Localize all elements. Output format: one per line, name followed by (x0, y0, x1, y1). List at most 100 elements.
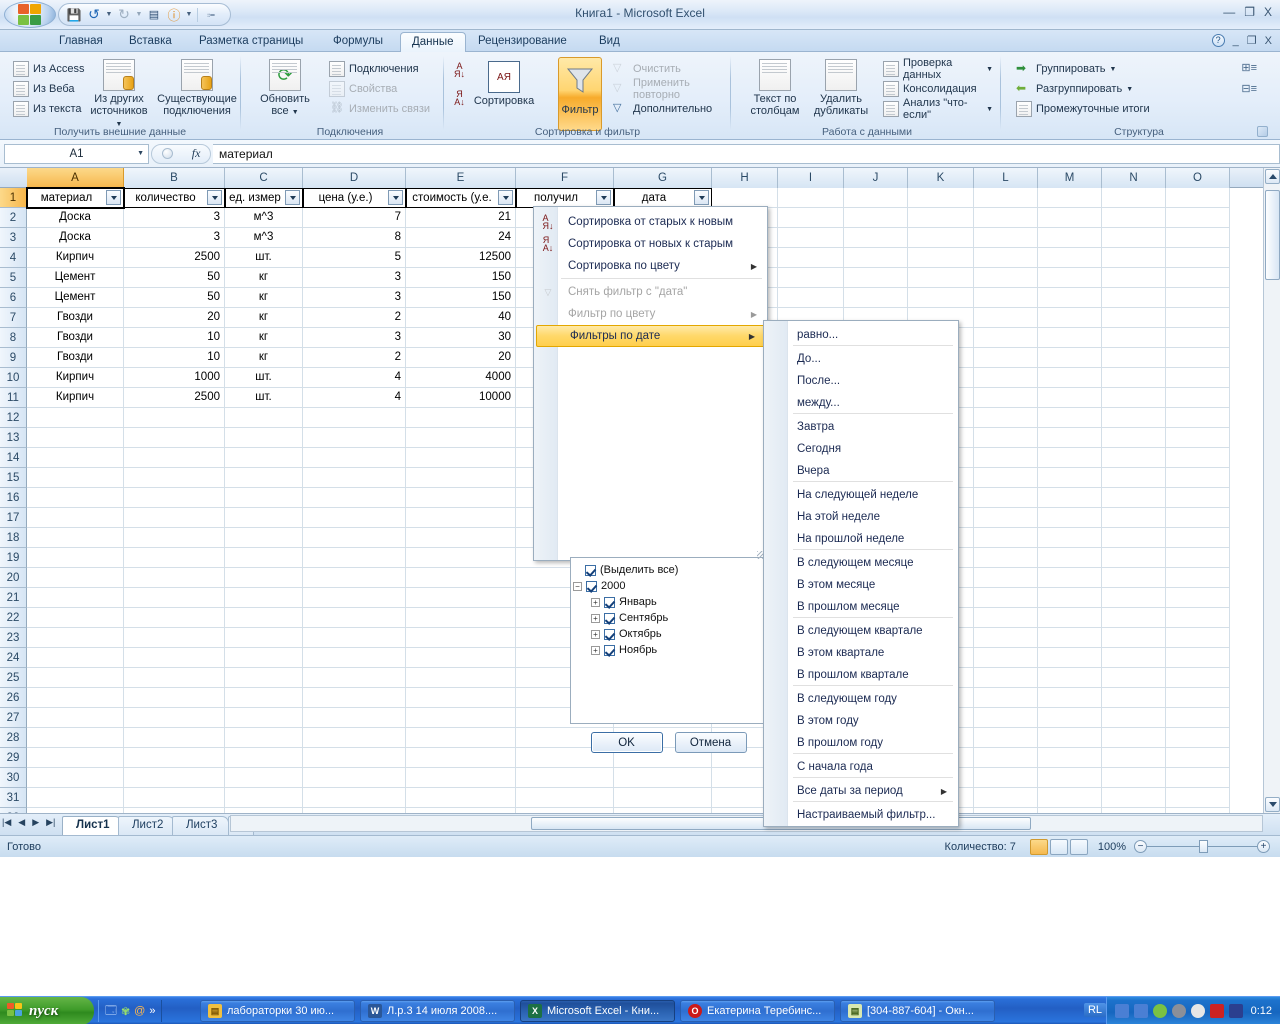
date-filter-item-20[interactable]: Все даты за период▶ (791, 780, 956, 802)
menu-date-filters[interactable]: Фильтры по дате ▶ (536, 325, 765, 347)
list-item-month-october[interactable]: + Октябрь (591, 626, 662, 642)
grid-cell[interactable] (1166, 668, 1230, 688)
grid-cell[interactable] (303, 728, 406, 748)
grid-cell[interactable]: 5 (303, 248, 406, 268)
grid-cell[interactable] (225, 788, 303, 808)
grid-cell[interactable] (974, 508, 1038, 528)
grid-cell[interactable] (614, 788, 712, 808)
grid-cell[interactable] (1038, 268, 1102, 288)
grid-cell[interactable] (778, 248, 844, 268)
grid-cell[interactable] (974, 788, 1038, 808)
row-header-18[interactable]: 18 (0, 528, 27, 548)
date-filter-item-17[interactable]: В этом году (791, 710, 956, 732)
taskbar-button-excel[interactable]: X Microsoft Excel - Кни... (520, 1000, 675, 1022)
grid-cell[interactable]: шт. (225, 248, 303, 268)
grid-cell[interactable] (1038, 568, 1102, 588)
grid-cell[interactable] (303, 568, 406, 588)
date-filter-item-1[interactable]: До... (791, 348, 956, 370)
grid-cell[interactable] (778, 188, 844, 208)
filter-dropdown-icon[interactable] (106, 190, 121, 205)
grid-cell[interactable] (1166, 488, 1230, 508)
grid-cell[interactable] (1102, 248, 1166, 268)
grid-cell[interactable]: 3 (124, 228, 225, 248)
grid-cell[interactable] (124, 428, 225, 448)
clock[interactable]: 0:12 (1248, 1005, 1272, 1017)
row-header-31[interactable]: 31 (0, 788, 27, 808)
grid-cell[interactable] (225, 428, 303, 448)
grid-cell[interactable] (1166, 708, 1230, 728)
grid-cell[interactable] (1102, 548, 1166, 568)
grid-cell[interactable] (225, 668, 303, 688)
grid-cell[interactable] (974, 448, 1038, 468)
grid-cell[interactable] (303, 748, 406, 768)
grid-cell[interactable] (974, 408, 1038, 428)
grid-cell[interactable] (974, 628, 1038, 648)
grid-cell[interactable] (303, 628, 406, 648)
sheet-tab-2[interactable]: Лист2 (118, 816, 175, 836)
filter-dropdown-icon[interactable] (207, 190, 222, 205)
grid-cell[interactable] (974, 688, 1038, 708)
grid-cell[interactable] (1038, 748, 1102, 768)
row-header-13[interactable]: 13 (0, 428, 27, 448)
row-header-16[interactable]: 16 (0, 488, 27, 508)
grid-cell[interactable] (303, 488, 406, 508)
date-filter-item-15[interactable]: В прошлом квартале (791, 664, 956, 686)
data-validation-button[interactable]: Проверка данных ▼ (880, 59, 996, 79)
grid-cell[interactable] (406, 428, 516, 448)
date-filter-item-14[interactable]: В этом квартале (791, 642, 956, 664)
filter-dropdown-icon[interactable] (596, 190, 611, 205)
grid-cell[interactable]: Доска (27, 228, 124, 248)
grid-cell[interactable]: Доска (27, 208, 124, 228)
row-header-25[interactable]: 25 (0, 668, 27, 688)
grid-cell[interactable] (124, 608, 225, 628)
grid-cell[interactable] (225, 628, 303, 648)
grid-cell[interactable]: 8 (303, 228, 406, 248)
grid-cell[interactable] (614, 768, 712, 788)
grid-cell[interactable]: 3 (303, 328, 406, 348)
grid-cell[interactable] (844, 268, 908, 288)
grid-cell[interactable] (1166, 688, 1230, 708)
grid-cell[interactable] (124, 748, 225, 768)
grid-cell[interactable] (1038, 328, 1102, 348)
grid-cell[interactable] (1166, 348, 1230, 368)
grid-cell[interactable] (974, 468, 1038, 488)
row-header-3[interactable]: 3 (0, 228, 27, 248)
vertical-scrollbar[interactable] (1263, 168, 1280, 813)
filter-button[interactable]: Фильтр (558, 57, 602, 131)
grid-cell[interactable] (225, 688, 303, 708)
grid-cell[interactable] (225, 548, 303, 568)
grid-cell[interactable] (908, 208, 974, 228)
row-header-12[interactable]: 12 (0, 408, 27, 428)
advanced-filter-button[interactable]: ▽ Дополнительно (610, 99, 725, 119)
zoom-slider[interactable]: − + (1134, 840, 1280, 853)
filter-dropdown-icon[interactable] (388, 190, 403, 205)
grid-cell[interactable] (1102, 308, 1166, 328)
tab-formulas[interactable]: Формулы (322, 32, 394, 52)
grid-cell[interactable] (1166, 788, 1230, 808)
grid-cell[interactable]: Гвозди (27, 308, 124, 328)
grid-cell[interactable] (303, 648, 406, 668)
column-header-g[interactable]: G (614, 168, 712, 188)
at-icon[interactable]: @ (134, 1005, 145, 1017)
grid-cell[interactable] (974, 728, 1038, 748)
grid-cell[interactable] (974, 268, 1038, 288)
from-text-button[interactable]: Из текста (10, 99, 87, 119)
checkbox[interactable] (604, 613, 615, 624)
grid-cell[interactable] (27, 468, 124, 488)
grid-cell[interactable] (124, 788, 225, 808)
grid-cell[interactable] (1038, 448, 1102, 468)
grid-cell[interactable] (303, 408, 406, 428)
date-filter-item-8[interactable]: На этой неделе (791, 506, 956, 528)
zoom-slider-knob[interactable] (1199, 840, 1208, 853)
grid-cell[interactable]: 4 (303, 368, 406, 388)
grid-cell[interactable] (303, 688, 406, 708)
row-header-2[interactable]: 2 (0, 208, 27, 228)
grid-cell[interactable]: кг (225, 328, 303, 348)
grid-cell[interactable] (124, 468, 225, 488)
grid-cell[interactable] (303, 668, 406, 688)
expand-icon[interactable]: + (591, 614, 600, 623)
grid-cell[interactable] (27, 408, 124, 428)
grid-cell[interactable] (225, 748, 303, 768)
grid-cell[interactable] (225, 528, 303, 548)
grid-cell[interactable]: 2 (303, 348, 406, 368)
